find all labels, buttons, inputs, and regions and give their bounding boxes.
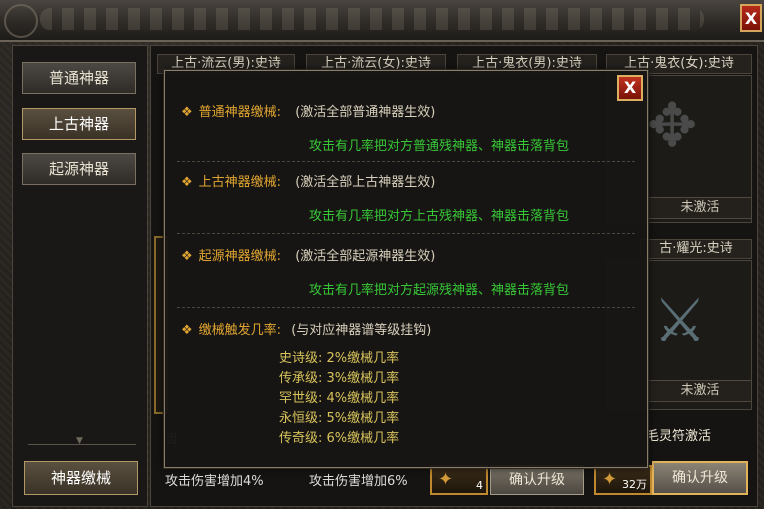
- material-icon: ✦: [602, 469, 618, 490]
- nav-divider: [28, 436, 136, 446]
- left-nav-panel: 普通神器 上古神器 起源神器: [12, 45, 148, 507]
- trigger-name: 缴械触发几率:: [198, 323, 282, 338]
- bonus-text: 攻击伤害增加4%: [165, 474, 264, 489]
- popup-divider: [177, 161, 635, 162]
- card-status-badge: 未激活: [648, 197, 752, 219]
- card-header: 古·耀光:史诗: [640, 239, 752, 259]
- blade-weapon-icon: ⚔: [653, 286, 707, 356]
- material-icon: ✦: [438, 469, 454, 490]
- trigger-level-row: 永恒级: 5%缴械几率: [279, 411, 400, 426]
- window-close-button[interactable]: X: [740, 4, 762, 32]
- diamond-bullet-icon: ❖: [181, 175, 193, 190]
- section-effect: 攻击有几率把对方上古残神器、神器击落背包: [309, 209, 570, 224]
- upgrade-material-slot[interactable]: ✦ 32万: [594, 465, 652, 495]
- section-effect: 攻击有几率把对方起源残神器、神器击落背包: [309, 283, 570, 298]
- nav-tab-common-artifact[interactable]: 普通神器: [22, 62, 136, 94]
- confirm-upgrade-button[interactable]: 确认升级: [490, 465, 584, 495]
- trigger-level-row: 罕世级: 4%缴械几率: [279, 391, 400, 406]
- activate-label: 毛灵符激活: [646, 429, 712, 444]
- material-count: 4: [476, 479, 483, 492]
- section-note: (激活全部普通神器生效): [295, 105, 436, 120]
- bonus-text: 攻击伤害增加6%: [309, 474, 408, 489]
- disarm-trigger-section: ❖ 缴械触发几率: (与对应神器谱等级挂钩): [181, 319, 431, 338]
- card-status-badge: 未激活: [648, 380, 752, 402]
- section-note: (激活全部上古神器生效): [295, 175, 436, 190]
- section-effect: 攻击有几率把对方普通残神器、神器击落背包: [309, 139, 570, 154]
- disarm-section-common: ❖ 普通神器缴械: (激活全部普通神器生效): [181, 101, 435, 120]
- nav-tab-origin-artifact[interactable]: 起源神器: [22, 153, 136, 185]
- winged-figure-icon: ✥: [647, 91, 698, 161]
- artifact-disarm-button[interactable]: 神器缴械: [24, 461, 138, 495]
- diamond-bullet-icon: ❖: [181, 105, 193, 120]
- disarm-section-ancient: ❖ 上古神器缴械: (激活全部上古神器生效): [181, 171, 435, 190]
- window-title-bar: [0, 0, 764, 42]
- disarm-info-popup: X ❖ 普通神器缴械: (激活全部普通神器生效) 攻击有几率把对方普通残神器、神器…: [164, 70, 648, 468]
- material-count: 32万: [622, 478, 647, 491]
- section-note: (激活全部起源神器生效): [295, 249, 436, 264]
- section-name: 起源神器缴械:: [198, 249, 282, 264]
- popup-close-button[interactable]: X: [617, 75, 643, 101]
- trigger-level-row: 传承级: 3%缴械几率: [279, 371, 400, 386]
- upgrade-material-slot[interactable]: ✦ 4: [430, 465, 488, 495]
- confirm-upgrade-button[interactable]: 确认升级: [652, 461, 748, 495]
- trigger-note: (与对应神器谱等级挂钩): [291, 323, 432, 338]
- nav-tab-ancient-artifact[interactable]: 上古神器: [22, 108, 136, 140]
- section-name: 上古神器缴械:: [198, 175, 282, 190]
- section-name: 普通神器缴械:: [198, 105, 282, 120]
- popup-divider: [177, 307, 635, 308]
- corner-ornament: [4, 4, 38, 38]
- popup-divider: [177, 233, 635, 234]
- disarm-section-origin: ❖ 起源神器缴械: (激活全部起源神器生效): [181, 245, 435, 264]
- trigger-level-row: 史诗级: 2%缴械几率: [279, 351, 400, 366]
- diamond-bullet-icon: ❖: [181, 249, 193, 264]
- diamond-bullet-icon: ❖: [181, 323, 193, 338]
- trigger-level-row: 传奇级: 6%缴械几率: [279, 431, 400, 446]
